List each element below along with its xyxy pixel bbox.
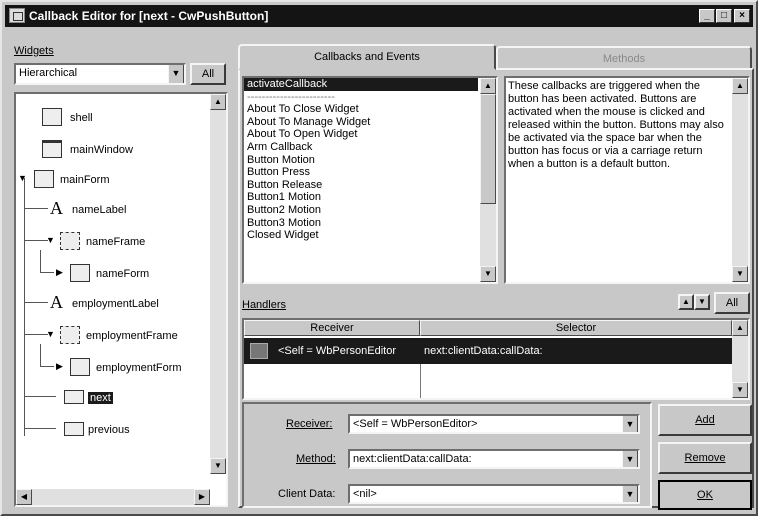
callback-item[interactable]: Button Motion [244,154,478,167]
callback-item[interactable]: About To Close Widget [244,103,478,116]
handlers-all-button[interactable]: All [714,292,750,314]
chevron-down-icon[interactable]: ▼ [622,451,638,467]
minimize-button[interactable]: _ [699,9,715,23]
receiver-combo[interactable]: <Self = WbPersonEditor> ▼ [348,414,640,434]
label-icon: A [50,198,63,218]
collapsed-icon[interactable]: ▶ [56,361,63,372]
form-icon [70,358,90,376]
callback-item[interactable]: About To Open Widget [244,128,478,141]
method-label: Method: [296,453,336,465]
method-value: next:clientData:callData: [353,453,472,465]
callback-item[interactable]: Button Press [244,166,478,179]
table-row[interactable]: <Self = WbPersonEditor next:clientData:c… [244,338,732,364]
scroll-up-icon[interactable]: ▲ [480,78,496,94]
widgets-all-button[interactable]: All [190,63,226,85]
callback-item[interactable]: Closed Widget [244,229,478,242]
grid-icon [250,343,268,359]
remove-button[interactable]: Remove [658,442,752,474]
handlers-label: Handlers [242,299,287,311]
title-bar[interactable]: Callback Editor for [next - CwPushButton… [5,5,753,27]
client-data-combo[interactable]: <nil> ▼ [348,484,640,504]
callback-item[interactable]: About To Manage Widget [244,116,478,129]
maximize-button[interactable]: □ [716,9,732,23]
column-header-selector[interactable]: Selector [420,320,732,336]
callback-item[interactable]: Button1 Motion [244,191,478,204]
widget-tree[interactable]: ▲ ▼ ◀ ▶ shell mainWindow ▼ mainForm A na… [14,92,228,507]
callback-item[interactable]: Button3 Motion [244,217,478,230]
description-text: These callbacks are triggered when the b… [508,80,724,170]
method-combo[interactable]: next:clientData:callData: ▼ [348,449,640,469]
form-icon [70,264,90,282]
callback-separator: ------------------------ [247,90,335,103]
expand-icon[interactable]: ▼ [18,173,27,183]
receiver-label: Receiver: [286,418,333,430]
callbacks-list[interactable]: activateCallback -----------------------… [242,76,498,284]
tree-hscroll[interactable]: ◀ ▶ [16,489,210,505]
move-down-button[interactable]: ▼ [694,294,710,310]
row-selector: next:clientData:callData: [424,345,543,357]
tree-vscroll[interactable]: ▲ ▼ [210,94,226,474]
client-data-value: <nil> [353,488,377,500]
shell-icon [42,108,62,126]
scroll-right-icon[interactable]: ▶ [194,489,210,505]
description-box: These callbacks are triggered when the b… [504,76,750,284]
window-icon [42,140,62,158]
row-receiver: <Self = WbPersonEditor [278,345,397,357]
ok-button[interactable]: OK [658,480,752,510]
widgets-label: Widgets [14,45,54,57]
callback-item-selected[interactable]: activateCallback [244,78,478,91]
description-vscroll[interactable]: ▲ ▼ [732,78,748,282]
scroll-down-icon[interactable]: ▼ [480,266,496,282]
scroll-left-icon[interactable]: ◀ [16,489,32,505]
frame-icon [60,326,80,344]
button-icon [64,390,84,404]
callback-editor-window: Callback Editor for [next - CwPushButton… [0,0,758,516]
scroll-up-icon[interactable]: ▲ [210,94,226,110]
collapsed-icon[interactable]: ▶ [56,267,63,278]
callback-item[interactable]: Button Release [244,179,478,192]
scroll-down-icon[interactable]: ▼ [732,382,748,398]
move-up-button[interactable]: ▲ [678,294,694,310]
frame-icon [60,232,80,250]
receiver-value: <Self = WbPersonEditor> [353,418,478,430]
callbacks-vscroll[interactable]: ▲ ▼ [480,78,496,282]
client-data-label: Client Data: [278,488,336,500]
scroll-down-icon[interactable]: ▼ [210,458,226,474]
scroll-down-icon[interactable]: ▼ [732,266,748,282]
handlers-table[interactable]: Receiver Selector <Self = WbPersonEditor… [242,318,750,400]
column-header-receiver[interactable]: Receiver [244,320,420,336]
expand-icon[interactable]: ▼ [46,329,55,339]
callback-item[interactable]: Button2 Motion [244,204,478,217]
chevron-down-icon[interactable]: ▼ [622,416,638,432]
window-title: Callback Editor for [next - CwPushButton… [29,9,269,23]
form-icon [34,170,54,188]
view-mode-value: Hierarchical [19,67,78,79]
label-icon: A [50,292,63,312]
tab-callbacks-and-events[interactable]: Callbacks and Events [238,44,496,70]
app-icon[interactable] [9,8,25,23]
callback-item[interactable]: Arm Callback [244,141,478,154]
tab-methods[interactable]: Methods [496,46,752,70]
close-button[interactable]: × [734,9,750,23]
scroll-up-icon[interactable]: ▲ [732,78,748,94]
chevron-down-icon[interactable]: ▼ [622,486,638,502]
view-mode-dropdown[interactable]: Hierarchical ▼ [14,63,186,85]
scroll-thumb[interactable] [480,94,496,204]
add-button[interactable]: Add [658,404,752,436]
chevron-down-icon[interactable]: ▼ [168,65,184,83]
expand-icon[interactable]: ▼ [46,235,55,245]
handlers-vscroll[interactable]: ▲ ▼ [732,320,748,398]
button-icon [64,422,84,436]
scroll-up-icon[interactable]: ▲ [732,320,748,336]
